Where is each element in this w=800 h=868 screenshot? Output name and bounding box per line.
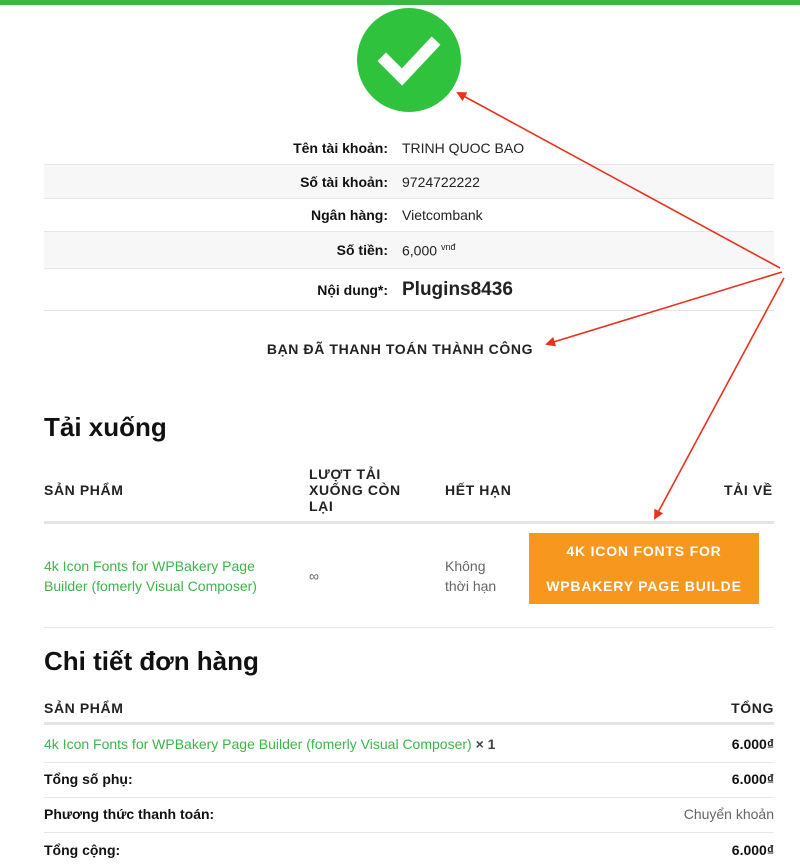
subtotal-row: Tổng số phụ: 6.000₫ [44,769,774,789]
order-total-row: Tổng cộng: 6.000₫ [44,840,774,860]
downloads-header-remaining: LƯỢT TẢI XUỐNG CÒN LẠI [309,466,401,514]
amount-value: 6,000 vnđ [402,242,774,259]
amount-unit: vnđ [440,241,456,252]
downloads-header-download: TẢI VỀ [724,482,773,498]
order-divider-1 [44,762,774,763]
downloads-header-product: SẢN PHẨM [44,482,124,498]
amount-number: 6,000 [402,242,438,259]
top-accent-bar [0,0,800,5]
expires-line-2: thời hạn [445,578,497,594]
amount-row: Số tiền: 6,000 vnđ [44,232,774,269]
order-item-link[interactable]: 4k Icon Fonts for WPBakery Page Builder … [44,736,472,752]
remaining-header-line-2: XUỐNG CÒN [309,482,401,498]
payment-method-label: Phương thức thanh toán: [44,806,215,822]
download-product-line-2[interactable]: Builder (fomerly Visual Composer) [44,576,294,596]
order-divider-3 [44,832,774,833]
expires-line-1: Không [445,558,486,574]
account-name-row: Tên tài khoản: TRINH QUOC BAO [44,132,774,165]
account-number-row: Số tài khoản: 9724722222 [44,165,774,199]
remaining-header-line-1: LƯỢT TẢI [309,466,381,482]
bank-value: Vietcombank [402,207,483,223]
bank-row: Ngân hàng: Vietcombank [44,199,774,232]
bank-info-table: Tên tài khoản: TRINH QUOC BAO Số tài kho… [44,132,774,311]
downloads-header-divider [44,521,774,524]
downloads-expires-value: Không thời hạn [445,556,496,596]
bank-label: Ngân hàng: [311,207,388,223]
remaining-header-line-3: LẠI [309,498,334,514]
order-header-divider [44,722,774,725]
download-button-line-1[interactable]: 4K ICON FONTS FOR [529,534,759,569]
downloads-row-divider [44,627,774,628]
account-name-label: Tên tài khoản: [293,140,388,156]
order-header-row: SẢN PHẨM TỔNG [44,700,774,716]
download-product-link[interactable]: 4k Icon Fonts for WPBakery Page Builder … [44,556,294,596]
content-row: Nội dung*: Plugins8436 [44,269,774,311]
order-item-qty: × 1 [475,736,496,752]
order-details-title: Chi tiết đơn hàng [44,646,259,676]
download-product-line-1[interactable]: 4k Icon Fonts for WPBakery Page [44,556,294,576]
success-check-circle [357,8,461,112]
order-item-price: 6.000₫ [731,736,774,752]
payment-success-message: BẠN ĐÃ THANH TOÁN THÀNH CÔNG [266,341,534,357]
amount-label: Số tiền: [336,242,388,258]
order-item-cell: 4k Icon Fonts for WPBakery Page Builder … [44,734,495,754]
check-icon [377,36,441,86]
account-number-label: Số tài khoản: [300,173,388,190]
downloads-header-expires: HẾT HẠN [445,482,512,498]
order-total-label: Tổng cộng: [44,842,121,858]
downloads-remaining-value: ∞ [309,568,319,584]
download-button-line-2[interactable]: WPBAKERY PAGE BUILDE [529,569,759,604]
account-number-value: 9724722222 [402,173,480,190]
account-name-value: TRINH QUOC BAO [402,140,525,156]
order-total-value: 6.000₫ [731,842,774,858]
subtotal-value: 6.000₫ [731,771,774,787]
payment-method-row: Phương thức thanh toán: Chuyển khoản [44,804,774,824]
downloads-title: Tải xuống [44,412,167,442]
download-button[interactable]: 4K ICON FONTS FOR WPBAKERY PAGE BUILDE [529,533,759,604]
order-header-total: TỔNG [731,700,774,716]
content-label: Nội dung*: [317,281,388,298]
transfer-content-code: Plugins8436 [402,278,513,300]
order-item-row: 4k Icon Fonts for WPBakery Page Builder … [44,734,774,754]
order-header-product: SẢN PHẨM [44,700,124,716]
subtotal-label: Tổng số phụ: [44,771,133,787]
order-divider-2 [44,797,774,798]
payment-method-value: Chuyển khoản [683,806,774,822]
